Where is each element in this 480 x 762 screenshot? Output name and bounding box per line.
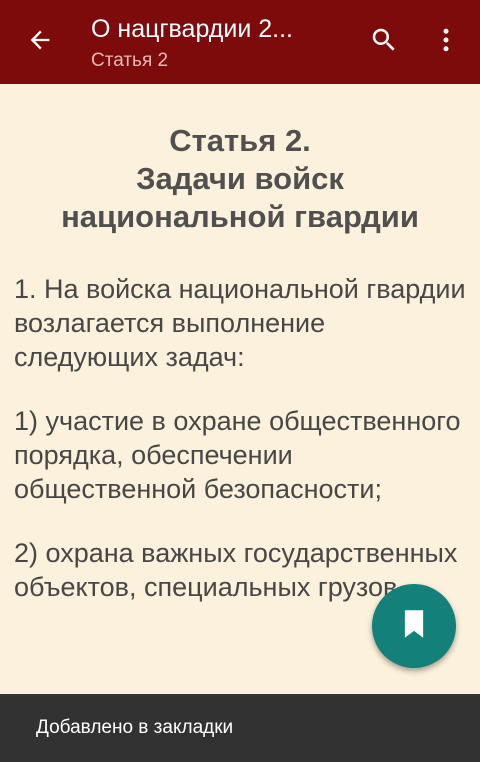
title-block: О нацгвардии 2... Статья 2	[91, 12, 341, 74]
article-paragraph: 1. На войска национальной гвардии возлаг…	[14, 274, 466, 372]
app-subtitle: Статья 2	[91, 50, 169, 71]
search-button[interactable]	[364, 22, 404, 62]
search-icon	[369, 25, 399, 60]
bookmark-icon	[400, 608, 428, 645]
more-vert-icon	[431, 25, 461, 60]
app-title: О нацгвардии 2...	[91, 15, 293, 43]
article-heading: Статья 2. Задачи войск национальной гвар…	[20, 122, 460, 236]
snackbar-message: Добавлено в закладки	[36, 717, 234, 738]
heading-line: Статья 2.	[169, 123, 311, 158]
back-button[interactable]	[20, 22, 60, 62]
article-paragraph: 1) участие в охране общественного порядк…	[14, 406, 461, 504]
bookmark-button[interactable]	[372, 584, 456, 668]
arrow-left-icon	[26, 26, 54, 59]
heading-line: Задачи войск	[136, 161, 344, 196]
snackbar: Добавлено в закладки	[0, 694, 480, 762]
heading-line: национальной гвардии	[61, 199, 419, 234]
more-options-button[interactable]	[428, 22, 464, 62]
app-bar: О нацгвардии 2... Статья 2	[0, 0, 480, 84]
